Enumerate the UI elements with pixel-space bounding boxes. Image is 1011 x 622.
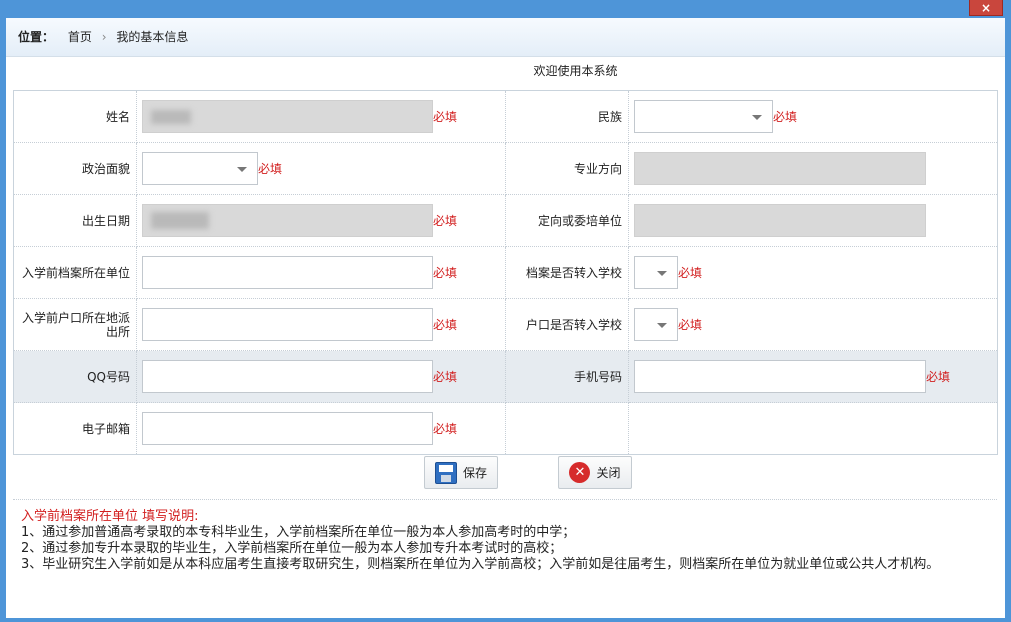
form-row: 出生日期 必填 定向或委培单位 [13,194,998,247]
sponsor-unit-cell [628,194,998,247]
window-titlebar: × [0,0,1011,18]
archive-unit-label: 入学前档案所在单位 [13,246,137,299]
email-label: 电子邮箱 [13,402,137,455]
hukou-station-label: 入学前户口所在地派出所 [13,298,137,351]
political-status-select[interactable] [142,152,258,185]
hukou-transfer-select[interactable] [634,308,678,341]
archive-transfer-label: 档案是否转入学校 [505,246,629,299]
ethnicity-select[interactable] [634,100,773,133]
form-row: 姓名 必填 民族 必填 [13,90,998,143]
hukou-station-input[interactable] [142,308,433,341]
divider [13,499,997,500]
email-cell: 必填 [136,402,506,455]
window-close-button[interactable]: × [969,0,1003,16]
form-row: 政治面貌 必填 专业方向 [13,142,998,195]
phone-cell: 必填 [628,350,998,403]
required-mark: 必填 [433,110,458,124]
major-label: 专业方向 [505,142,629,195]
hukou-station-cell: 必填 [136,298,506,351]
welcome-text: 欢迎使用本系统 [533,64,618,78]
name-label: 姓名 [13,90,137,143]
empty-label-cell [505,402,629,455]
location-label: 位置： [18,30,55,44]
hukou-transfer-cell: 必填 [628,298,998,351]
instruction-line: 1、通过参加普通高考录取的本专科毕业生，入学前档案所在单位一般为本人参加高考时的… [21,525,576,540]
instructions-title: 入学前档案所在单位 填写说明: [21,509,199,524]
required-mark: 必填 [433,214,458,228]
breadcrumb-separator-icon: › [101,30,107,44]
required-mark: 必填 [258,162,283,176]
required-mark: 必填 [433,266,458,280]
birth-date-label: 出生日期 [13,194,137,247]
archive-unit-input[interactable] [142,256,433,289]
political-status-cell: 必填 [136,142,506,195]
phone-input[interactable] [634,360,926,393]
email-input[interactable] [142,412,433,445]
form-row: QQ号码 必填 手机号码 必填 [13,350,998,403]
instructions: 入学前档案所在单位 填写说明: 1、通过参加普通高考录取的本专科毕业生，入学前档… [21,509,986,573]
qq-input[interactable] [142,360,433,393]
sponsor-unit-label: 定向或委培单位 [505,194,629,247]
floppy-disk-icon [434,461,457,484]
phone-label: 手机号码 [505,350,629,403]
save-button-label: 保存 [462,466,487,480]
dialog-window: 位置： 首页 › 我的基本信息 欢迎使用本系统 姓名 必填 民族 必填 政治面貌… [6,18,1005,618]
archive-transfer-cell: 必填 [628,246,998,299]
basic-info-form: 姓名 必填 民族 必填 政治面貌 必填 专业方向 出生日期 必填 定向或委培单位… [13,90,998,455]
chevron-down-icon [657,323,667,328]
birth-date-cell: 必填 [136,194,506,247]
instruction-line: 3、毕业研究生入学前如是从本科应届考生直接考取研究生，则档案所在单位为入学前高校… [21,557,940,572]
chevron-down-icon [657,271,667,276]
political-status-label: 政治面貌 [13,142,137,195]
close-circle-icon: ✕ [569,462,591,483]
qq-label: QQ号码 [13,350,137,403]
save-button[interactable]: 保存 [424,456,498,489]
close-button-label: 关闭 [596,466,621,480]
chevron-down-icon [752,115,762,120]
sponsor-unit-field [634,204,926,237]
major-field [634,152,926,185]
form-row: 电子邮箱 必填 [13,402,998,455]
instruction-line: 2、通过参加专升本录取的毕业生，入学前档案所在单位一般为本人参加专升本考试时的高… [21,541,563,556]
breadcrumb: 位置： 首页 › 我的基本信息 [6,18,1005,57]
close-icon: × [980,1,992,15]
empty-field-cell [629,403,998,455]
form-row: 入学前档案所在单位 必填 档案是否转入学校 必填 [13,246,998,299]
required-mark: 必填 [433,318,458,332]
breadcrumb-home[interactable]: 首页 [68,30,92,44]
required-mark: 必填 [678,318,703,332]
name-field [142,100,433,133]
ethnicity-label: 民族 [505,90,629,143]
breadcrumb-current: 我的基本信息 [116,30,189,44]
ethnicity-cell: 必填 [628,90,998,143]
qq-cell: 必填 [136,350,506,403]
archive-unit-cell: 必填 [136,246,506,299]
chevron-down-icon [237,167,247,172]
hukou-transfer-label: 户口是否转入学校 [505,298,629,351]
required-mark: 必填 [433,422,458,436]
name-cell: 必填 [136,90,506,143]
close-button[interactable]: ✕ 关闭 [558,456,632,489]
redacted-value [151,212,209,229]
form-row: 入学前户口所在地派出所 必填 户口是否转入学校 必填 [13,298,998,351]
required-mark: 必填 [678,266,703,280]
major-cell [628,142,998,195]
required-mark: 必填 [926,370,951,384]
redacted-value [151,110,191,124]
required-mark: 必填 [773,110,798,124]
birth-date-field [142,204,433,237]
archive-transfer-select[interactable] [634,256,678,289]
required-mark: 必填 [433,370,458,384]
